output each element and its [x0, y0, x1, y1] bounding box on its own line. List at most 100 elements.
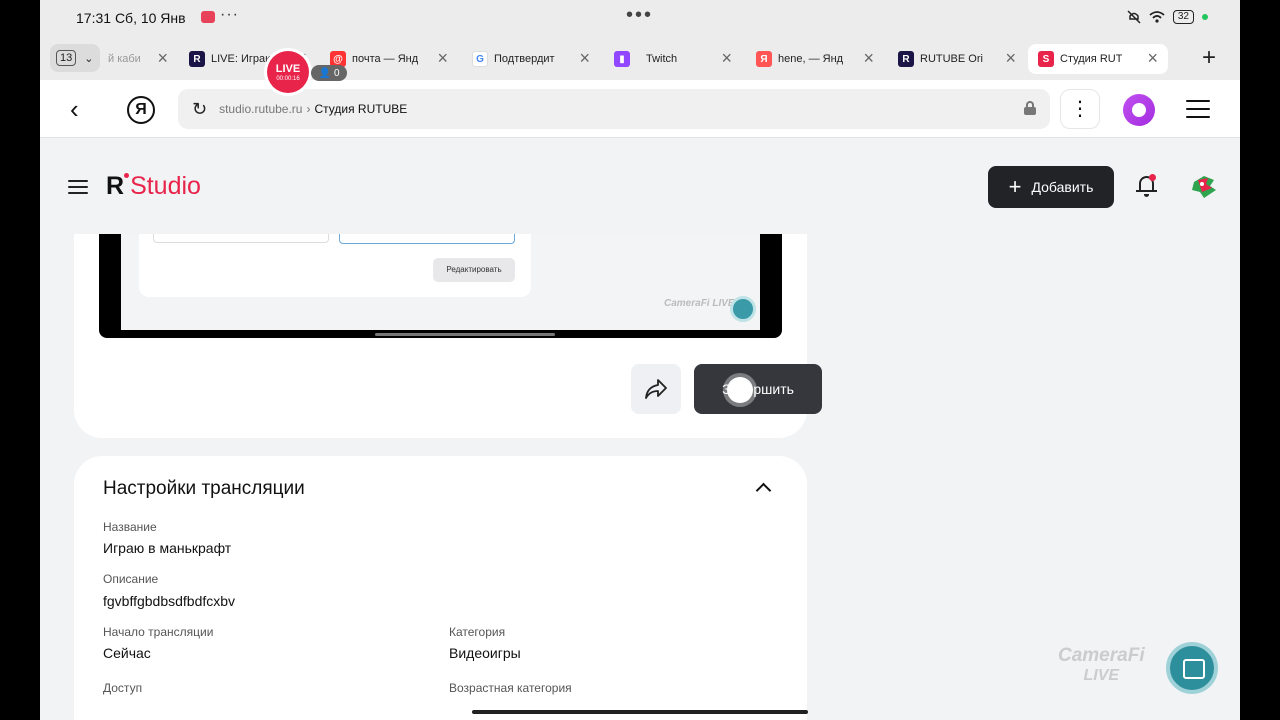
finish-stream-button[interactable]: Завершить: [694, 364, 822, 414]
live-label: LIVE: [275, 63, 301, 75]
url-separator: ›: [306, 102, 311, 116]
close-icon[interactable]: ×: [437, 48, 448, 68]
close-icon[interactable]: ×: [1147, 48, 1158, 68]
avatar[interactable]: [1190, 174, 1218, 200]
twitch-favicon-icon: ▮: [614, 51, 630, 67]
reload-icon[interactable]: ↻: [192, 99, 207, 120]
rutube-favicon-icon: R: [189, 51, 205, 67]
home-indicator[interactable]: [472, 710, 808, 714]
alice-assistant-icon[interactable]: [1123, 94, 1155, 126]
tab-4[interactable]: ▮ Twitch ×: [614, 44, 732, 74]
screen-record-icon: [201, 11, 215, 23]
add-button[interactable]: + Добавить: [988, 166, 1114, 208]
live-recording-badge[interactable]: LIVE 00:00:16: [267, 51, 309, 93]
wifi-icon: [1149, 11, 1165, 23]
new-tab-button[interactable]: +: [1202, 44, 1216, 72]
name-value: Играю в манькрафт: [103, 540, 232, 556]
tab-0[interactable]: й каби ×: [108, 44, 168, 74]
tab-label: Студия RUT: [1060, 53, 1123, 65]
preview-screen: Редактировать CameraFi LIVE: [121, 234, 760, 330]
rutube-studio-favicon-icon: S: [1038, 51, 1054, 67]
lock-icon[interactable]: [1024, 101, 1036, 115]
logo-studio-text: Studio: [130, 172, 201, 200]
chevron-down-icon: ⌄: [84, 52, 94, 65]
tab-count: 13: [56, 50, 77, 66]
chevron-up-icon[interactable]: [756, 480, 770, 494]
preview-form-card: Редактировать: [139, 234, 531, 297]
tab-counter-button[interactable]: 13 ⌄: [50, 44, 100, 72]
studio-header: R Studio + Добавить: [40, 138, 1240, 234]
share-button[interactable]: [631, 364, 681, 414]
stream-preview-card: Редактировать CameraFi LIVE Завершить: [74, 234, 822, 438]
more-notifications-icon: ···: [220, 6, 239, 23]
start-value: Сейчас: [103, 645, 151, 661]
rutube-favicon-icon: R: [898, 51, 914, 67]
tab-3[interactable]: G Подтвердит ×: [472, 44, 590, 74]
preview-scroll-indicator: [375, 333, 555, 336]
tab-label: hene, — Янд: [778, 53, 844, 65]
camera-indicator-icon: [1202, 14, 1208, 20]
category-label: Категория: [449, 625, 506, 639]
address-bar: ‹ Я ↻ studio.rutube.ru › Студия RUTUBE ⋮: [40, 80, 1240, 138]
preview-field: [153, 234, 329, 243]
preview-watermark: CameraFi LIVE: [664, 298, 735, 309]
close-icon[interactable]: ×: [863, 48, 874, 68]
touch-indicator: [727, 377, 753, 403]
status-time: 17:31 Сб, 10 Янв: [76, 10, 186, 26]
close-icon[interactable]: ×: [721, 48, 732, 68]
more-menu-icon[interactable]: ⋮: [1060, 89, 1100, 129]
tab-7-active[interactable]: S Студия RUT ×: [1028, 44, 1168, 74]
url-host: studio.rutube.ru: [219, 102, 303, 116]
camerafi-watermark: CameraFi LIVE: [1058, 646, 1145, 686]
add-button-label: Добавить: [1031, 179, 1094, 195]
tab-6[interactable]: R RUTUBE Ori ×: [898, 44, 1016, 74]
live-timer: 00:00:16: [276, 76, 300, 82]
google-favicon-icon: G: [472, 51, 488, 67]
age-category-label: Возрастная категория: [449, 681, 572, 695]
yandex-favicon-icon: Я: [756, 51, 772, 67]
studio-menu-icon[interactable]: [68, 180, 88, 194]
description-label: Описание: [103, 572, 159, 586]
start-label: Начало трансляции: [103, 625, 214, 639]
tab-label: Twitch: [646, 53, 678, 65]
url-page-title: Студия RUTUBE: [314, 102, 408, 116]
yandex-home-icon[interactable]: Я: [127, 96, 155, 124]
settings-title: Настройки трансляции: [103, 478, 305, 499]
share-arrow-icon: [645, 379, 667, 399]
tab-label: RUTUBE Ori: [920, 53, 983, 65]
stream-preview: Редактировать CameraFi LIVE: [99, 234, 782, 338]
close-icon[interactable]: ×: [157, 48, 168, 68]
preview-edit-button: Редактировать: [433, 258, 515, 282]
studio-logo[interactable]: R Studio: [106, 172, 201, 201]
tab-5[interactable]: Я hene, — Янд ×: [756, 44, 874, 74]
status-icons: 32: [1127, 10, 1208, 24]
mute-icon: [1127, 10, 1141, 24]
camerafi-watermark-line1: CameraFi: [1058, 645, 1145, 666]
tab-label: Подтвердит: [494, 53, 555, 65]
preview-field-focused: [339, 234, 515, 244]
access-label: Доступ: [103, 681, 143, 695]
viewer-count-badge: 👤 0: [311, 65, 347, 81]
back-arrow-icon[interactable]: ‹: [70, 94, 79, 125]
browser-menu-icon[interactable]: [1186, 100, 1210, 118]
description-value: fgvbffgbdbsdfbdfcxbv: [103, 593, 236, 609]
preview-watermark-icon: [730, 296, 756, 322]
tab-label: й каби: [108, 53, 141, 65]
tab-label: LIVE: Играю: [211, 53, 274, 65]
battery-icon: 32: [1172, 10, 1194, 24]
category-value: Видеоигры: [449, 645, 521, 661]
url-field[interactable]: ↻ studio.rutube.ru › Студия RUTUBE: [178, 89, 1050, 129]
name-label: Название: [103, 520, 157, 534]
multitask-dots-icon[interactable]: •••: [626, 4, 653, 27]
device-screen: 17:31 Сб, 10 Янв ··· ••• 32 13 ⌄ й каби …: [40, 0, 1240, 720]
person-icon: 👤: [318, 67, 331, 79]
tab-2[interactable]: @ почта — Янд ×: [330, 44, 448, 74]
camerafi-watermark-line2: LIVE: [1083, 667, 1120, 684]
stream-settings-card: Настройки трансляции Название Играю в ма…: [74, 456, 807, 720]
notifications-bell-icon[interactable]: [1136, 174, 1158, 198]
close-icon[interactable]: ×: [1005, 48, 1016, 68]
close-icon[interactable]: ×: [579, 48, 590, 68]
plus-icon: +: [1008, 174, 1022, 199]
viewer-count: 0: [333, 67, 340, 79]
camerafi-floating-icon[interactable]: [1166, 642, 1218, 694]
